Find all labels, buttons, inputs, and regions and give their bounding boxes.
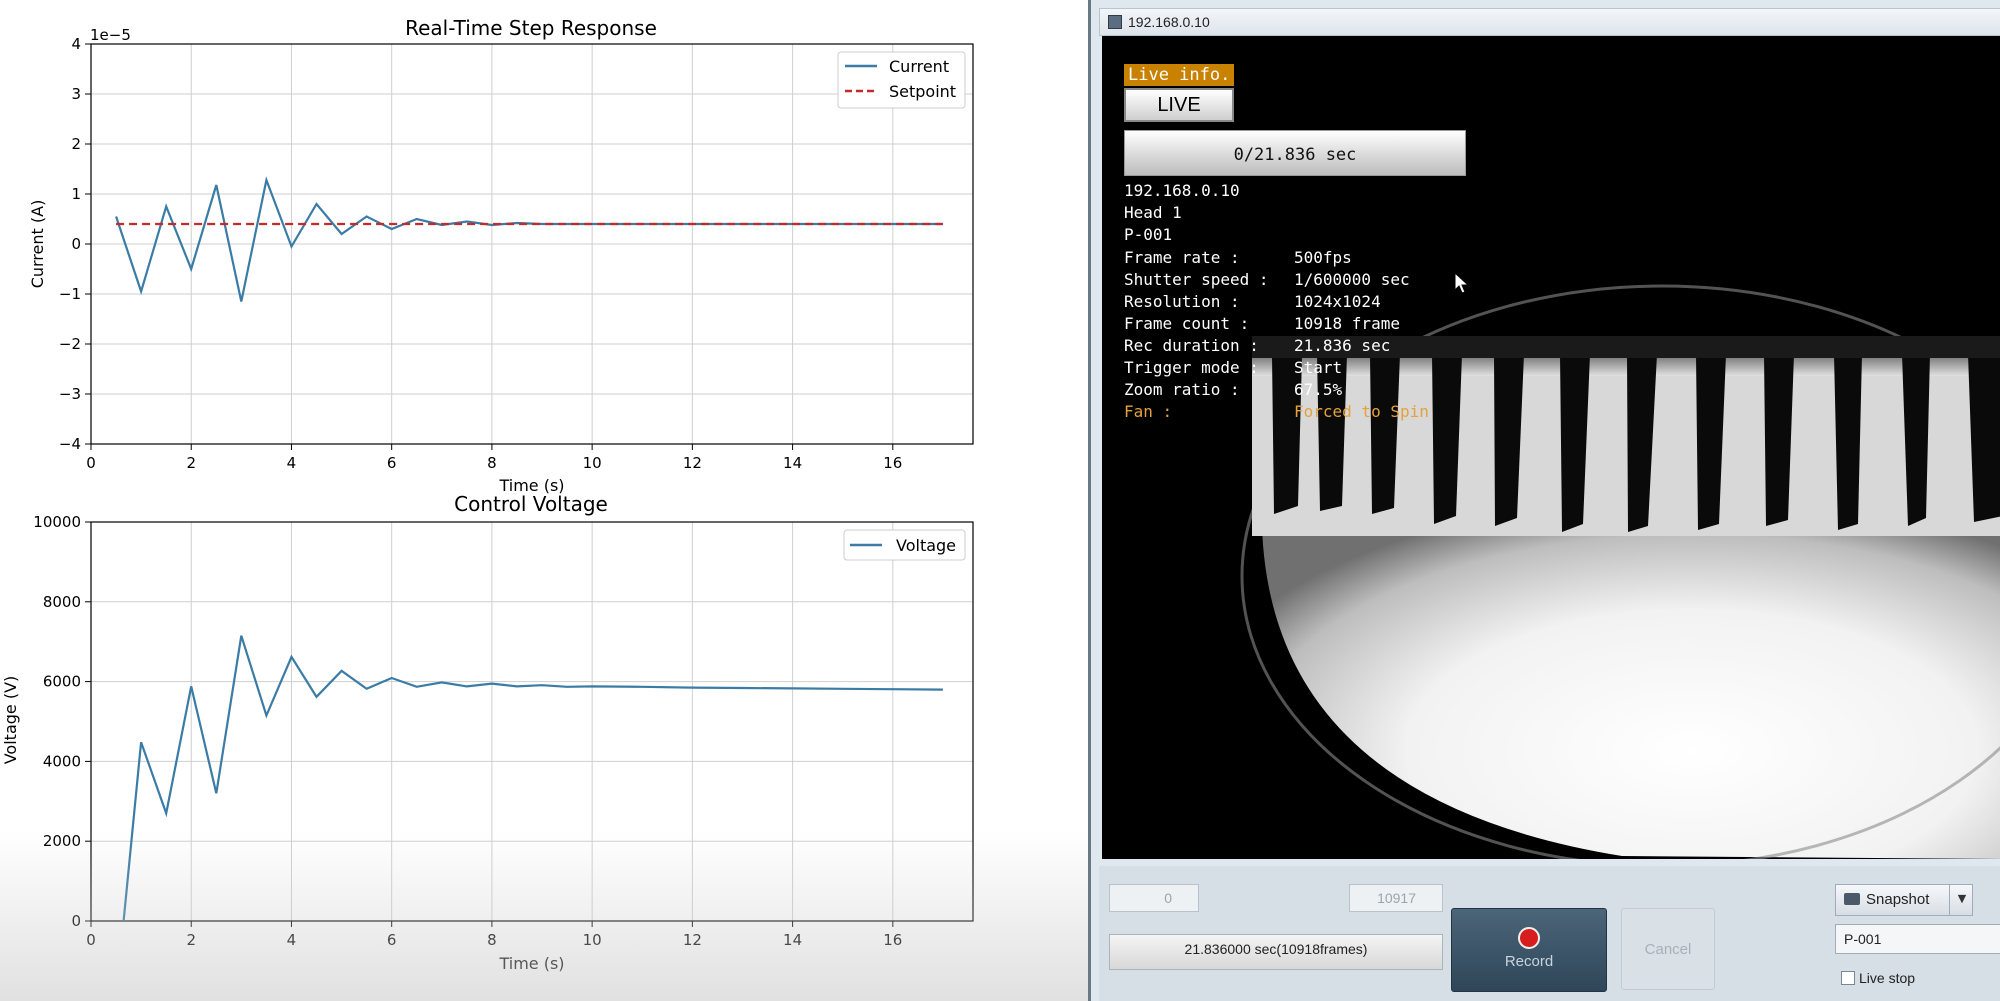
record-icon [1518, 927, 1540, 949]
y-tick-label: 4000 [43, 752, 81, 770]
chart2-title: Control Voltage [454, 492, 608, 516]
y-tick-label: 2 [71, 135, 81, 153]
chart1-ylabel: Current (A) [28, 200, 47, 289]
recording-controls: 0 10917 21.836000 sec(10918frames) Recor… [1099, 866, 2000, 1001]
app-icon [1108, 15, 1122, 29]
live-button[interactable]: LIVE [1124, 88, 1234, 122]
y-tick-label: −1 [59, 285, 81, 303]
chart1-legend: Current Setpoint [837, 51, 966, 109]
snapshot-label: Snapshot [1866, 891, 1930, 908]
series-line-current [115, 176, 943, 302]
duration-slider[interactable]: 21.836000 sec(10918frames) [1109, 934, 1443, 970]
osd-head: Head 1 [1124, 203, 1182, 222]
control-voltage-chart: Control Voltage 0 2 4 6 8 10 12 14 16 0 2000 4000 60… [1, 492, 974, 973]
charts-figure: Real-Time Step Response 1e−5 0 2 4 6 8 10 12 14… [1, 16, 974, 973]
y-tick-label: 0 [71, 235, 81, 253]
camera-viewer-window: 192.168.0.10 Live info. LIVE 0/21.836 se… [1088, 0, 2000, 1001]
legend-setpoint: Setpoint [889, 82, 956, 101]
record-label: Record [1504, 953, 1554, 970]
chart1-yscale: 1e−5 [90, 26, 131, 44]
osd-ip: 192.168.0.10 [1124, 181, 1240, 200]
duration-text: 21.836000 sec(10918frames) [1184, 941, 1368, 957]
x-tick-label: 4 [287, 454, 297, 472]
chart2-axes-frame [90, 521, 974, 922]
x-tick-label: 8 [487, 454, 497, 472]
playback-time-bar[interactable]: 0/21.836 sec [1124, 130, 1466, 176]
x-tick-label: 12 [683, 454, 702, 472]
chart2-ylabel: Voltage (V) [1, 676, 20, 765]
y-tick-label: 6000 [43, 673, 81, 691]
live-video-viewer[interactable]: Live info. LIVE 0/21.836 sec 192.168.0.1… [1102, 36, 2000, 859]
x-tick-label: 0 [86, 454, 96, 472]
live-info-badge: Live info. [1124, 64, 1235, 86]
step-response-chart: Real-Time Step Response 1e−5 0 2 4 6 8 10 12 14… [28, 16, 974, 495]
x-tick-label: 2 [186, 454, 196, 472]
chart2-xlabel: Time (s) [498, 954, 564, 973]
legend-voltage: Voltage [896, 536, 956, 555]
x-tick-label: 0 [86, 931, 96, 949]
y-tick-label: 8000 [43, 593, 81, 611]
start-frame-spinbox[interactable]: 0 [1109, 884, 1199, 912]
x-tick-label: 4 [287, 931, 297, 949]
x-tick-label: 14 [783, 931, 802, 949]
series-line-voltage [122, 635, 943, 921]
end-frame-spinbox[interactable]: 10917 [1349, 884, 1443, 912]
chart1-title: Real-Time Step Response [405, 16, 657, 40]
cancel-button[interactable]: Cancel [1621, 908, 1715, 990]
plot-window: Real-Time Step Response 1e−5 0 2 4 6 8 10 12 14… [0, 0, 1088, 1001]
y-tick-label: 1 [71, 185, 81, 203]
live-stop-checkbox[interactable]: Live stop [1841, 970, 1915, 986]
y-tick-label: 0 [71, 912, 81, 930]
osd-profile: P-001 [1124, 225, 1173, 244]
y-tick-label: −2 [59, 335, 81, 353]
window-titlebar[interactable]: 192.168.0.10 [1099, 8, 2000, 36]
y-tick-label: −3 [59, 385, 81, 403]
chart2-legend: Voltage [843, 529, 966, 561]
live-stop-label: Live stop [1859, 970, 1916, 986]
x-tick-label: 14 [783, 454, 802, 472]
y-tick-label: 4 [71, 35, 81, 53]
head-select[interactable]: P-001 [1835, 924, 2000, 954]
y-tick-label: 3 [71, 85, 81, 103]
y-tick-label: 2000 [43, 832, 81, 850]
camera-icon [1844, 893, 1860, 905]
snapshot-dropdown-arrow[interactable]: ▼ [1949, 884, 1974, 916]
mouse-cursor-icon [1454, 272, 1470, 294]
x-tick-label: 10 [583, 454, 602, 472]
x-tick-label: 6 [387, 454, 397, 472]
x-tick-label: 6 [387, 931, 397, 949]
x-tick-label: 16 [883, 454, 902, 472]
record-button[interactable]: Record [1451, 908, 1607, 992]
x-tick-label: 12 [683, 931, 702, 949]
x-tick-label: 8 [487, 931, 497, 949]
x-tick-label: 10 [583, 931, 602, 949]
window-title: 192.168.0.10 [1128, 14, 1210, 30]
checkbox-box[interactable] [1841, 971, 1855, 985]
legend-current: Current [889, 57, 949, 76]
x-tick-label: 2 [186, 931, 196, 949]
y-tick-label: 10000 [33, 513, 81, 531]
x-tick-label: 16 [883, 931, 902, 949]
y-tick-label: −4 [59, 435, 81, 453]
